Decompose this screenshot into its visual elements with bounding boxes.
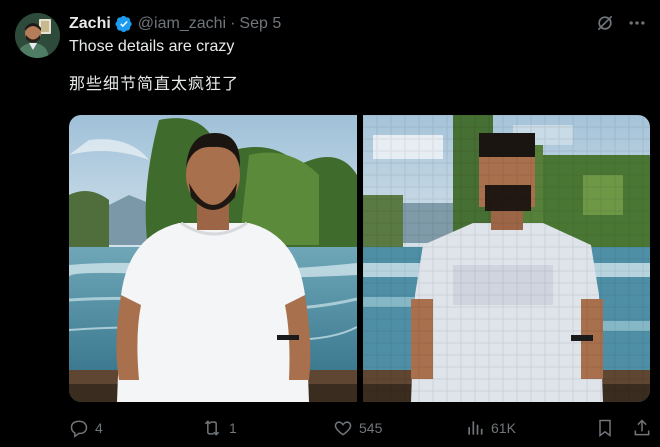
post-date[interactable]: Sep 5 [239,15,281,33]
post-text-chinese: 那些细节简直太疯狂了 [69,76,240,93]
avatar[interactable] [15,13,60,58]
reply-icon [70,420,88,438]
photo-left[interactable] [69,115,357,402]
post-text: Those details are crazy [69,38,235,55]
views-button[interactable]: 61K [465,418,516,438]
handle[interactable]: @iam_zachi [138,15,226,33]
bookmark-icon [599,419,611,437]
tweet: Zachi @iam_zachi · Sep 5 Those details a… [0,0,660,447]
repost-count: 1 [229,420,237,436]
action-bar: 4 1 545 61K [69,417,650,439]
like-button[interactable]: 545 [333,418,382,438]
reply-button[interactable]: 4 [69,418,103,438]
reply-count: 4 [95,420,103,436]
heart-icon [334,421,352,436]
avatar-image [15,13,60,58]
bookmark-button[interactable] [595,418,615,438]
more-icon[interactable] [626,12,648,34]
photo-right-image [362,115,650,402]
share-button[interactable] [632,418,652,438]
photo-right[interactable] [362,115,651,402]
views-count: 61K [491,420,516,436]
repost-button[interactable]: 1 [201,418,237,438]
views-icon [468,421,483,435]
verified-badge-icon [115,15,133,33]
media-grid [69,115,650,402]
repost-icon [204,420,220,436]
grok-icon[interactable] [594,12,616,34]
display-name[interactable]: Zachi [69,15,111,33]
separator-dot: · [230,15,236,32]
share-icon [634,419,650,436]
tweet-header: Zachi @iam_zachi · Sep 5 [69,14,281,34]
photo-left-image [69,115,357,402]
like-count: 545 [359,420,383,436]
header-actions [594,12,648,34]
